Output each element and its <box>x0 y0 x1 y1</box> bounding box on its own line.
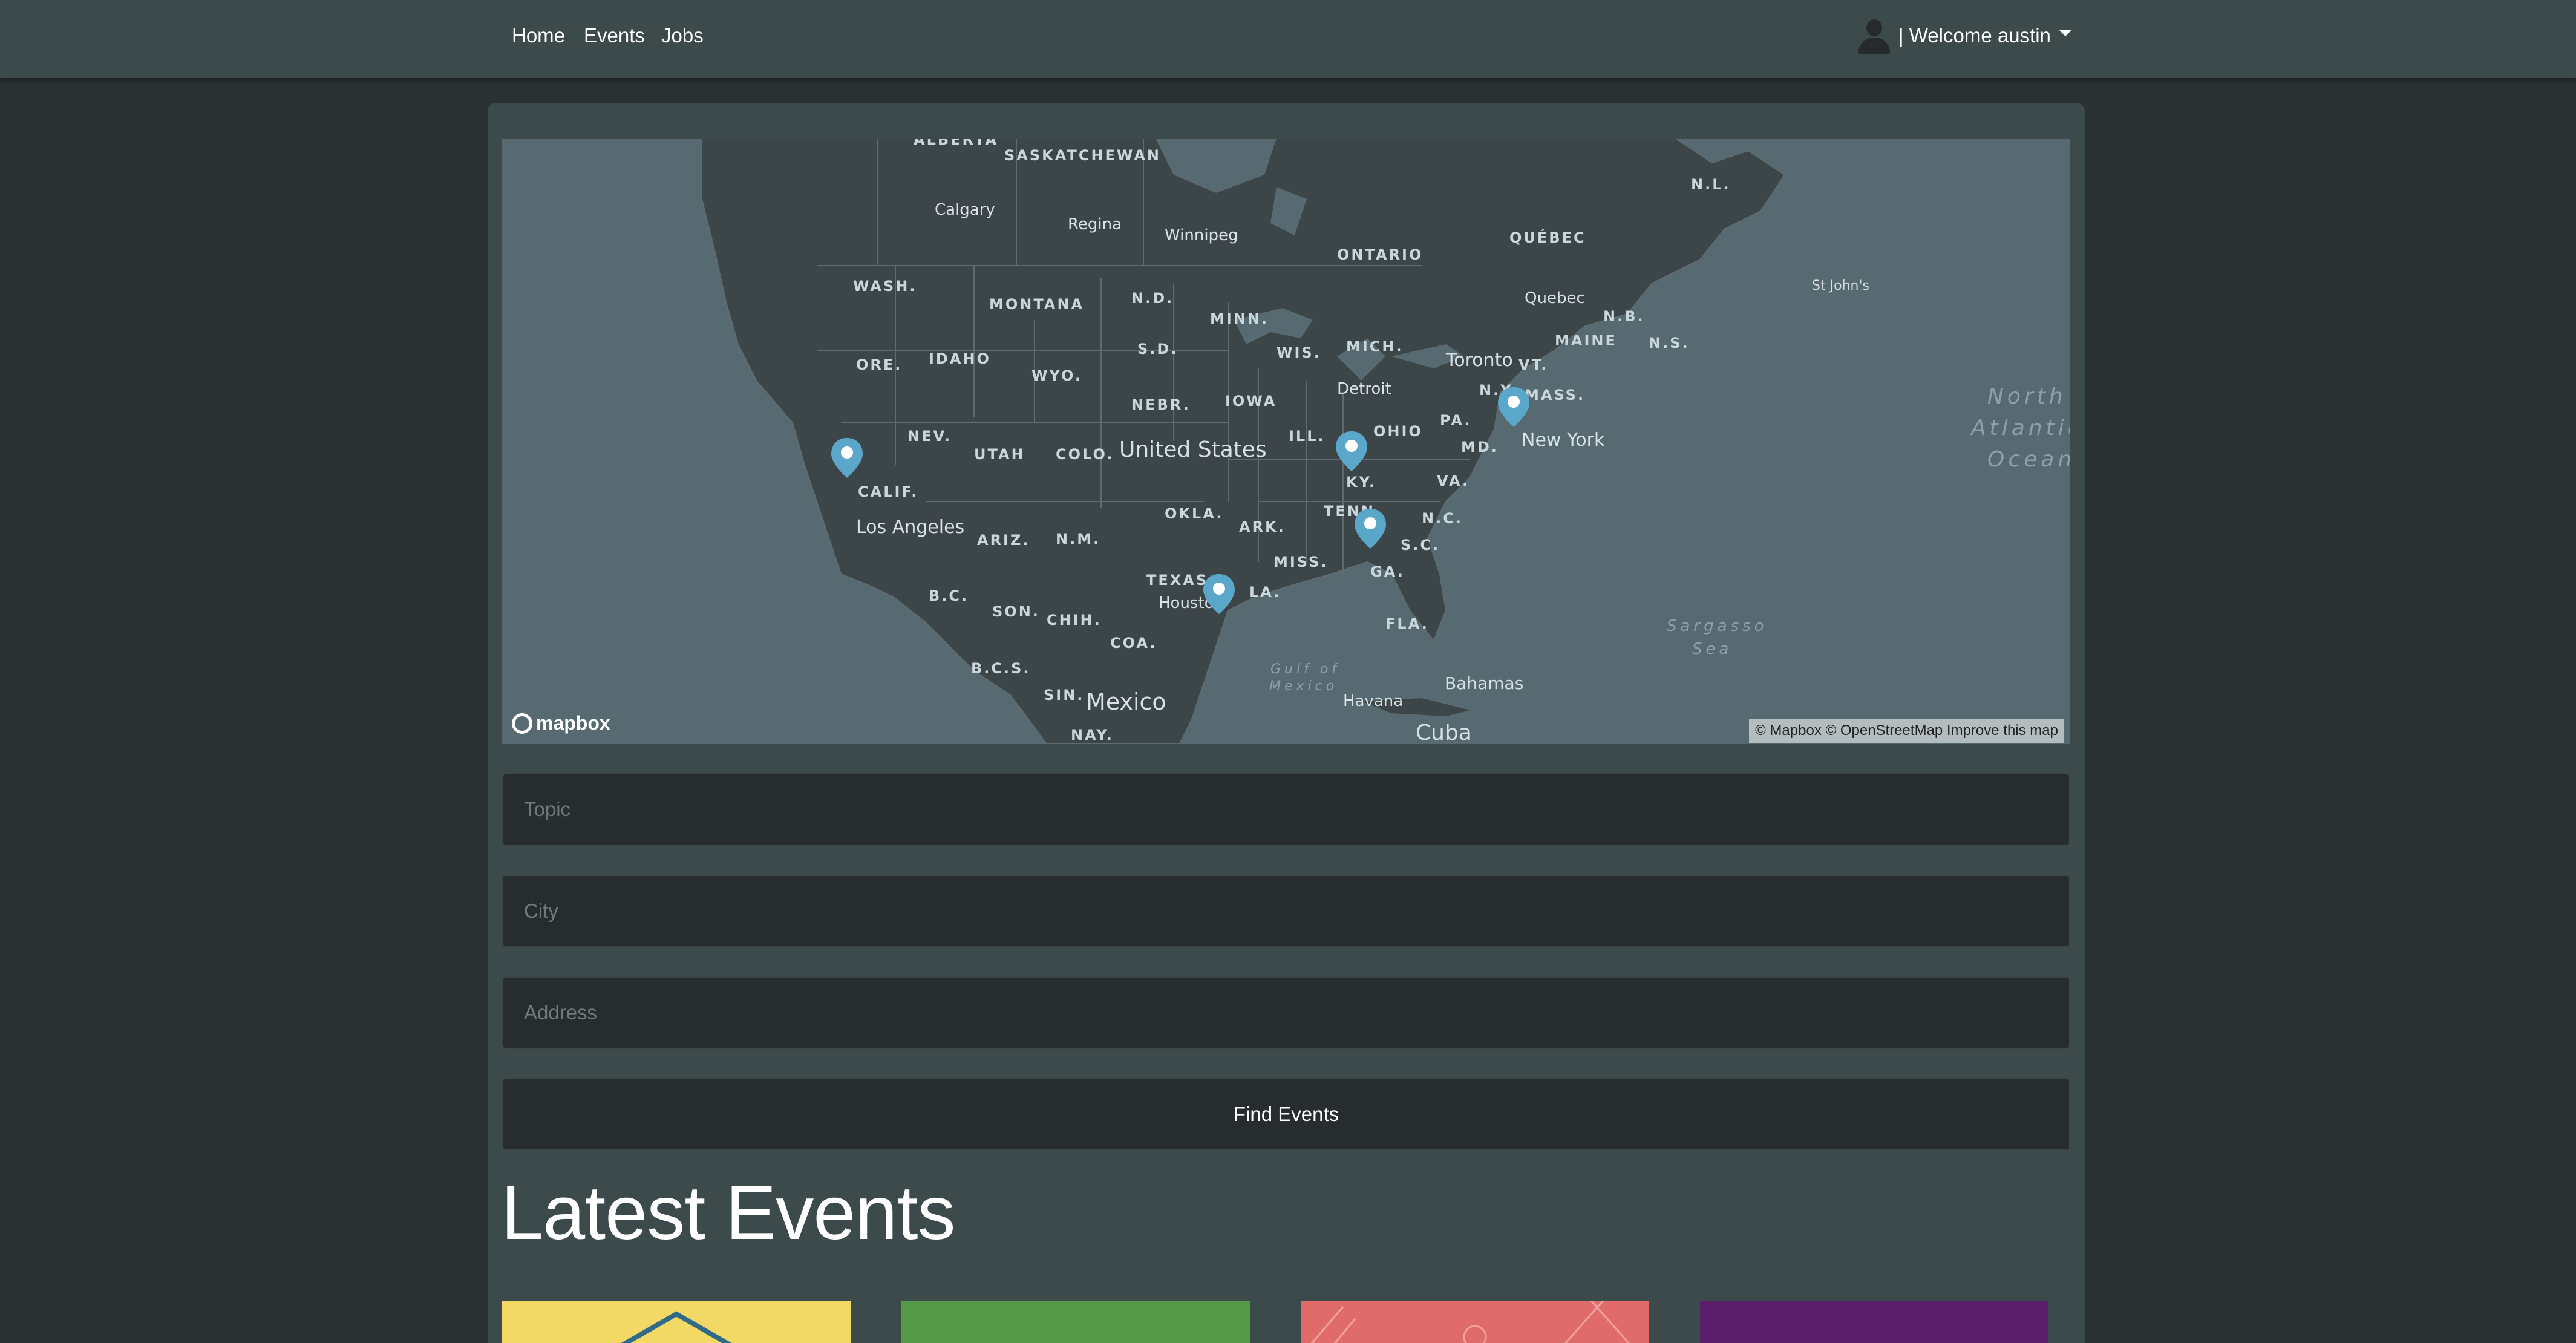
svg-text:CHIH.: CHIH. <box>1047 612 1102 629</box>
event-card[interactable] <box>502 1301 851 1343</box>
svg-text:Ocean: Ocean <box>1987 447 2070 472</box>
svg-text:N.B.: N.B. <box>1603 308 1645 325</box>
mapbox-logo-text: mapbox <box>536 712 610 734</box>
avatar <box>1856 17 1891 54</box>
svg-text:UTAH: UTAH <box>974 446 1025 463</box>
svg-text:B.C.: B.C. <box>929 587 969 604</box>
svg-text:N.M.: N.M. <box>1056 531 1100 547</box>
svg-text:VT.: VT. <box>1518 356 1548 373</box>
svg-text:Winnipeg: Winnipeg <box>1165 226 1238 244</box>
svg-text:MASS.: MASS. <box>1525 387 1585 404</box>
svg-text:N.C.: N.C. <box>1422 510 1463 527</box>
svg-text:Sea: Sea <box>1692 640 1732 658</box>
event-card[interactable] <box>1301 1301 1649 1343</box>
event-card-graphic <box>621 1311 732 1343</box>
svg-text:Regina: Regina <box>1068 215 1122 234</box>
svg-text:OHIO: OHIO <box>1373 423 1423 440</box>
map-attribution[interactable]: © Mapbox © OpenStreetMap Improve this ma… <box>1749 719 2064 743</box>
event-card-graphic <box>1310 1301 1630 1343</box>
svg-text:NEBR.: NEBR. <box>1131 396 1191 413</box>
welcome-text: | Welcome austin <box>1898 24 2051 47</box>
address-input[interactable] <box>502 976 2070 1049</box>
svg-text:St John's: St John's <box>1812 278 1869 293</box>
svg-text:SON.: SON. <box>992 603 1040 620</box>
svg-text:ALBERTA: ALBERTA <box>914 139 998 148</box>
svg-text:Calgary: Calgary <box>935 201 995 219</box>
svg-text:FLA.: FLA. <box>1385 615 1429 632</box>
svg-text:SASKATCHEWAN: SASKATCHEWAN <box>1004 147 1161 164</box>
svg-text:PA.: PA. <box>1440 412 1472 429</box>
svg-text:QUÉBEC: QUÉBEC <box>1509 229 1586 246</box>
mapbox-logo[interactable]: mapbox <box>512 712 610 734</box>
svg-text:NAY.: NAY. <box>1071 727 1114 743</box>
svg-text:CALIF.: CALIF. <box>858 483 918 500</box>
svg-text:WASH.: WASH. <box>853 278 917 295</box>
svg-text:MINN.: MINN. <box>1210 310 1269 327</box>
svg-text:Bahamas: Bahamas <box>1445 673 1523 693</box>
svg-text:WIS.: WIS. <box>1277 344 1321 361</box>
event-card[interactable] <box>1700 1301 2048 1343</box>
map-canvas: ALBERTA SASKATCHEWAN WASH. MONTANA N.D. … <box>701 139 2070 744</box>
marker-new-york <box>1498 387 1529 427</box>
svg-text:Quebec: Quebec <box>1525 289 1585 307</box>
svg-text:Cuba: Cuba <box>1416 721 1472 744</box>
svg-text:B.C.S.: B.C.S. <box>971 660 1031 677</box>
svg-text:N.S.: N.S. <box>1649 335 1690 351</box>
svg-text:NEV.: NEV. <box>907 428 952 445</box>
user-menu-dropdown[interactable]: | Welcome austin <box>1856 15 2071 57</box>
svg-text:Los Angeles: Los Angeles <box>856 517 964 538</box>
svg-text:N.D.: N.D. <box>1131 290 1174 307</box>
svg-text:United States: United States <box>1119 437 1267 462</box>
svg-text:MICH.: MICH. <box>1346 338 1404 355</box>
topic-input[interactable] <box>502 773 2070 846</box>
svg-text:Gulf of: Gulf of <box>1270 662 1340 677</box>
svg-text:ARIZ.: ARIZ. <box>977 532 1030 549</box>
svg-text:IOWA: IOWA <box>1225 393 1277 410</box>
svg-text:MD.: MD. <box>1461 439 1499 456</box>
nav-events-link[interactable]: Events <box>584 24 645 47</box>
svg-text:Detroit: Detroit <box>1337 380 1391 398</box>
svg-text:N.L.: N.L. <box>1691 176 1731 193</box>
top-navbar: Home Events Jobs | Welcome austin <box>0 0 2576 78</box>
svg-text:Sargasso: Sargasso <box>1667 617 1768 635</box>
svg-text:WYO.: WYO. <box>1031 367 1082 384</box>
mapbox-logo-icon <box>512 713 532 734</box>
chevron-down-icon <box>2059 30 2071 36</box>
city-input[interactable] <box>502 875 2070 947</box>
latest-events-heading: Latest Events <box>501 1170 955 1255</box>
find-events-button[interactable]: Find Events <box>502 1078 2070 1151</box>
svg-text:MONTANA: MONTANA <box>989 296 1084 313</box>
svg-text:VA.: VA. <box>1437 472 1469 489</box>
event-card[interactable] <box>901 1301 1250 1343</box>
svg-text:Mexico: Mexico <box>1086 688 1166 715</box>
svg-text:KY.: KY. <box>1346 474 1376 491</box>
svg-text:TEXAS: TEXAS <box>1146 572 1208 589</box>
svg-text:Toronto: Toronto <box>1445 350 1513 371</box>
svg-text:Atlantic: Atlantic <box>1970 416 2070 440</box>
svg-text:LA.: LA. <box>1249 584 1281 601</box>
svg-text:ARK.: ARK. <box>1239 518 1286 535</box>
svg-text:MISS.: MISS. <box>1273 554 1328 570</box>
svg-text:OKLA.: OKLA. <box>1165 505 1223 522</box>
events-map[interactable]: ALBERTA SASKATCHEWAN WASH. MONTANA N.D. … <box>502 139 2070 744</box>
svg-text:S.C.: S.C. <box>1401 537 1440 554</box>
svg-text:COA.: COA. <box>1110 635 1157 652</box>
nav-home-link[interactable]: Home <box>512 24 565 47</box>
svg-text:S.D.: S.D. <box>1137 341 1178 358</box>
svg-text:COLO.: COLO. <box>1056 446 1114 463</box>
svg-text:ORE.: ORE. <box>856 356 902 373</box>
svg-text:ONTARIO: ONTARIO <box>1337 246 1423 263</box>
svg-text:Mexico: Mexico <box>1269 679 1338 694</box>
svg-text:Havana: Havana <box>1343 692 1403 710</box>
svg-text:IDAHO: IDAHO <box>929 350 991 367</box>
svg-text:SIN.: SIN. <box>1044 687 1084 704</box>
svg-text:North: North <box>1987 384 2067 409</box>
nav-jobs-link[interactable]: Jobs <box>661 24 704 47</box>
svg-text:MAINE: MAINE <box>1555 332 1617 349</box>
svg-text:ILL.: ILL. <box>1289 428 1326 445</box>
svg-text:New York: New York <box>1522 430 1605 451</box>
svg-text:GA.: GA. <box>1370 563 1405 580</box>
